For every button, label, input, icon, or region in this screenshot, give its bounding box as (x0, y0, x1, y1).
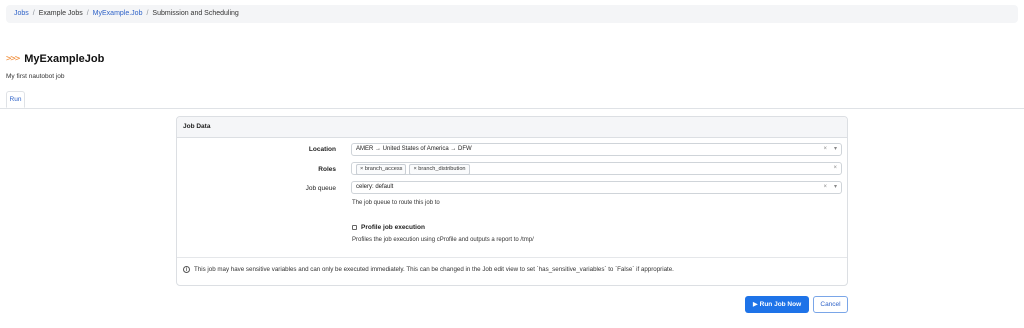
divider (177, 257, 847, 258)
breadcrumb-jobs-link[interactable]: Jobs (14, 10, 29, 17)
breadcrumb-example-jobs: Example Jobs (38, 10, 83, 17)
page-header: >>> MyExampleJob (6, 51, 104, 67)
location-value: AMER → United States of America → DFW (356, 146, 472, 152)
sensitive-warning: i This job may have sensitive variables … (183, 266, 674, 273)
location-label: Location (308, 146, 336, 153)
cancel-button[interactable]: Cancel (813, 296, 848, 313)
job-data-panel: Job Data Location AMER → United States o… (176, 116, 848, 286)
tab-run[interactable]: Run (6, 91, 25, 108)
warning-text: This job may have sensitive variables an… (194, 266, 674, 273)
breadcrumb-separator: / (146, 10, 149, 17)
job-queue-value: celery: default (356, 184, 394, 190)
info-icon: i (183, 266, 190, 273)
profile-row: Profile job execution (352, 224, 425, 231)
chevron-icon: >>> (6, 54, 20, 64)
clear-icon[interactable]: × (833, 165, 837, 171)
job-queue-select[interactable]: celery: default × ▾ (351, 181, 842, 194)
clear-icon[interactable]: × (823, 146, 827, 152)
breadcrumb-job-link[interactable]: MyExample.Job (93, 10, 143, 17)
role-tag[interactable]: × branch_distribution (409, 164, 470, 175)
roles-label: Roles (318, 166, 336, 173)
run-job-button[interactable]: ▶ Run Job Now (745, 296, 809, 313)
profile-help: Profiles the job execution using cProfil… (352, 237, 534, 243)
panel-title: Job Data (177, 117, 847, 138)
chevron-down-icon[interactable]: ▾ (834, 184, 837, 190)
role-tag[interactable]: × branch_access (356, 164, 407, 175)
breadcrumb-separator: / (32, 10, 35, 17)
breadcrumb-separator: / (86, 10, 89, 17)
profile-label[interactable]: Profile job execution (361, 224, 425, 231)
job-queue-help: The job queue to route this job to (352, 200, 440, 206)
roles-select[interactable]: × branch_access × branch_distribution × (351, 162, 842, 175)
breadcrumb: Jobs / Example Jobs / MyExample.Job / Submissi… (6, 5, 1018, 23)
breadcrumb-current: Submission and Scheduling (152, 10, 239, 17)
location-select[interactable]: AMER → United States of America → DFW × ▾ (351, 143, 842, 156)
job-queue-label: Job queue (305, 185, 336, 192)
page-title: MyExampleJob (24, 53, 105, 65)
tabs-divider (0, 108, 1024, 109)
clear-icon[interactable]: × (823, 184, 827, 190)
page-subtitle: My first nautobot job (6, 73, 65, 80)
profile-checkbox[interactable] (352, 225, 357, 230)
chevron-down-icon[interactable]: ▾ (834, 146, 837, 152)
